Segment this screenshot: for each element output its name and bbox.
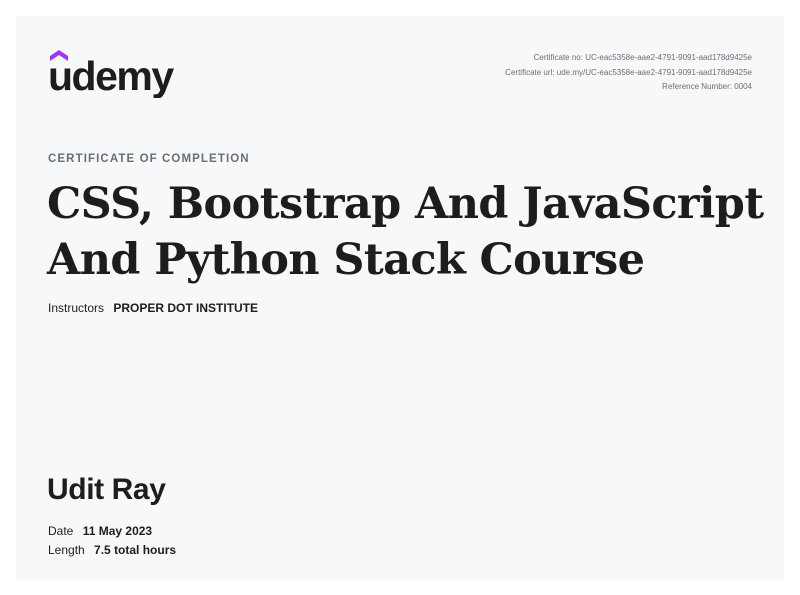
certificate-number: Certificate no: UC-eac5358e-aae2-4791-90…: [533, 53, 752, 62]
length-row: Length 7.5 total hours: [48, 543, 176, 557]
length-label: Length: [48, 543, 85, 557]
student-name: Udit Ray: [47, 473, 166, 506]
udemy-logo-icon: udemy: [48, 50, 176, 98]
course-title-line-2: And Python Stack Course: [47, 235, 645, 285]
certificate-kicker: CERTIFICATE OF COMPLETION: [48, 153, 250, 165]
certificate-card: udemy Certificate no: UC-eac5358e-aae2-4…: [16, 16, 784, 580]
certificate-url: Certificate url: ude.my/UC-eac5358e-aae2…: [505, 67, 752, 77]
logo-wordmark: udemy: [48, 53, 174, 98]
instructors-label: Instructors: [48, 301, 105, 315]
date-value: 11 May 2023: [82, 524, 153, 538]
instructors-row: Instructors PROPER DOT INSTITUTE: [48, 301, 258, 315]
course-title-line-1: CSS, Bootstrap And JavaScript: [47, 179, 764, 229]
date-row: Date 11 May 2023: [48, 524, 152, 538]
udemy-logo: udemy: [48, 46, 178, 98]
certificate-meta: Certificate no: UC-eac5358e-aae2-4791-90…: [505, 51, 752, 95]
course-title: CSS, Bootstrap And JavaScript And Python…: [47, 176, 767, 288]
date-label: Date: [48, 524, 74, 538]
instructors-value: PROPER DOT INSTITUTE: [113, 301, 259, 315]
length-value: 7.5 total hours: [94, 543, 177, 557]
reference-number: Reference Number: 0004: [662, 82, 752, 91]
